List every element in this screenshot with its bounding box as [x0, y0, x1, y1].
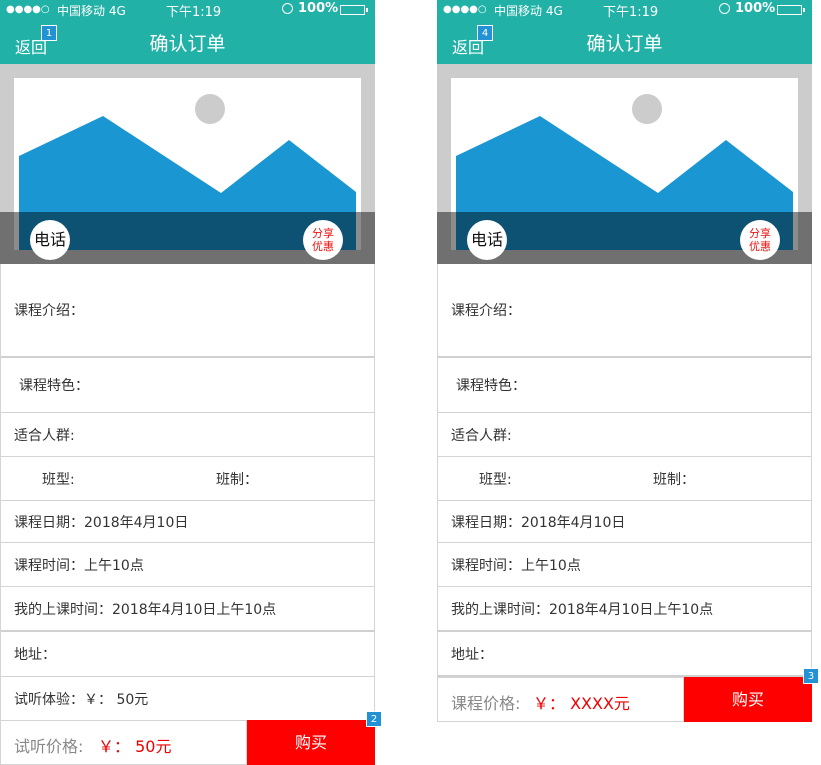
share-discount-button[interactable]: 分享 优惠 — [740, 220, 780, 260]
address-label: 地址： — [14, 647, 56, 663]
signal-icon: ●●●●○ — [443, 4, 487, 15]
row-course-features: 课程特色： — [1, 358, 374, 413]
course-date-label: 课程日期：2018年4月10日 — [451, 514, 626, 531]
share-label: 分享 — [749, 227, 771, 240]
battery-percent: 100% — [298, 1, 339, 16]
address-label: 地址： — [451, 646, 493, 663]
battery-icon — [340, 5, 368, 15]
status-time: 下午1:19 — [166, 5, 222, 20]
annotation-marker: 3 — [803, 668, 819, 684]
course-features-label: 课程特色： — [456, 378, 526, 394]
course-intro-label: 课程介绍： — [14, 303, 84, 319]
row-class-type: 班型: 班制： — [438, 457, 811, 501]
class-system-label: 班制： — [653, 471, 695, 488]
course-banner: 电话 分享 优惠 — [437, 64, 812, 264]
audience-label: 适合人群: — [451, 427, 512, 444]
row-audience: 适合人群: — [438, 413, 811, 457]
row-course-time: 课程时间：上午10点 — [438, 543, 811, 587]
trial-label: 试听体验：￥： 50元 — [14, 691, 149, 708]
row-address: 地址： — [1, 632, 374, 677]
nav-bar: 返回 确认订单 — [437, 20, 812, 64]
phone-button[interactable]: 电话 — [30, 220, 70, 260]
my-class-time-label: 我的上课时间：2018年4月10日上午10点 — [451, 601, 714, 618]
row-class-type: 班型: 班制： — [1, 457, 374, 501]
battery-percent: 100% — [735, 1, 776, 16]
row-my-class-time: 我的上课时间：2018年4月10日上午10点 — [1, 587, 374, 632]
class-type-label: 班型: — [42, 471, 75, 488]
battery-icon — [777, 5, 805, 15]
course-info-list: 课程介绍： 课程特色： 适合人群: 班型: 班制： 课程日期：2018年4月10… — [0, 264, 375, 722]
course-time-label: 课程时间：上午10点 — [14, 557, 144, 574]
row-course-intro: 课程介绍： — [1, 264, 374, 358]
price-box: 试听价格: ￥： 50元 — [0, 720, 247, 765]
buy-button[interactable]: 购买 — [247, 720, 375, 765]
class-system-label: 班制： — [216, 471, 258, 488]
bottom-bar: 课程价格: ￥： XXXX元 购买 — [437, 677, 812, 722]
my-class-time-label: 我的上课时间：2018年4月10日上午10点 — [14, 601, 277, 618]
row-course-features: 课程特色： — [438, 358, 811, 413]
carrier-label: 中国移动 4G — [57, 4, 126, 18]
row-course-date: 课程日期：2018年4月10日 — [438, 501, 811, 543]
order-screen-trial: ●●●●○ 中国移动 4G 下午1:19 100% 返回 确认订单 1 电话 分… — [0, 0, 382, 765]
course-intro-label: 课程介绍： — [451, 303, 521, 319]
class-type-label: 班型: — [479, 471, 512, 488]
trial-price-label: 试听价格: — [14, 737, 84, 756]
row-trial: 试听体验：￥： 50元 — [1, 677, 374, 722]
status-bar: ●●●●○ 中国移动 4G 下午1:19 100% — [437, 0, 812, 20]
annotation-marker: 2 — [366, 711, 382, 727]
share-label: 分享 — [312, 227, 334, 240]
status-time: 下午1:19 — [603, 5, 659, 20]
order-screen-course: ●●●●○ 中国移动 4G 下午1:19 100% 返回 确认订单 4 电话 分… — [437, 0, 812, 722]
page-title: 确认订单 — [586, 33, 663, 55]
share-discount-button[interactable]: 分享 优惠 — [303, 220, 343, 260]
course-price-value: ￥： XXXX元 — [533, 694, 630, 713]
annotation-marker: 1 — [41, 25, 57, 41]
course-features-label: 课程特色： — [19, 378, 89, 394]
course-info-list: 课程介绍： 课程特色： 适合人群: 班型: 班制： 课程日期：2018年4月10… — [437, 264, 812, 677]
rotation-lock-icon — [282, 3, 293, 14]
price-box: 课程价格: ￥： XXXX元 — [437, 677, 684, 722]
signal-icon: ●●●●○ — [6, 4, 50, 15]
discount-label: 优惠 — [749, 240, 771, 253]
course-banner: 电话 分享 优惠 — [0, 64, 375, 264]
course-time-label: 课程时间：上午10点 — [451, 557, 581, 574]
phone-button[interactable]: 电话 — [467, 220, 507, 260]
row-course-intro: 课程介绍： — [438, 264, 811, 358]
row-course-time: 课程时间：上午10点 — [1, 543, 374, 587]
status-bar: ●●●●○ 中国移动 4G 下午1:19 100% — [0, 0, 375, 20]
discount-label: 优惠 — [312, 240, 334, 253]
row-my-class-time: 我的上课时间：2018年4月10日上午10点 — [438, 587, 811, 632]
course-price-label: 课程价格: — [451, 694, 521, 713]
audience-label: 适合人群: — [14, 427, 75, 444]
carrier-label: 中国移动 4G — [494, 4, 563, 18]
row-audience: 适合人群: — [1, 413, 374, 457]
bottom-bar: 试听价格: ￥： 50元 购买 — [0, 720, 375, 765]
annotation-marker: 4 — [477, 25, 493, 41]
trial-price-value: ￥： 50元 — [98, 737, 172, 756]
row-course-date: 课程日期：2018年4月10日 — [1, 501, 374, 543]
course-date-label: 课程日期：2018年4月10日 — [14, 514, 189, 531]
buy-button[interactable]: 购买 — [684, 677, 812, 722]
rotation-lock-icon — [719, 3, 730, 14]
row-address: 地址： — [438, 632, 811, 677]
